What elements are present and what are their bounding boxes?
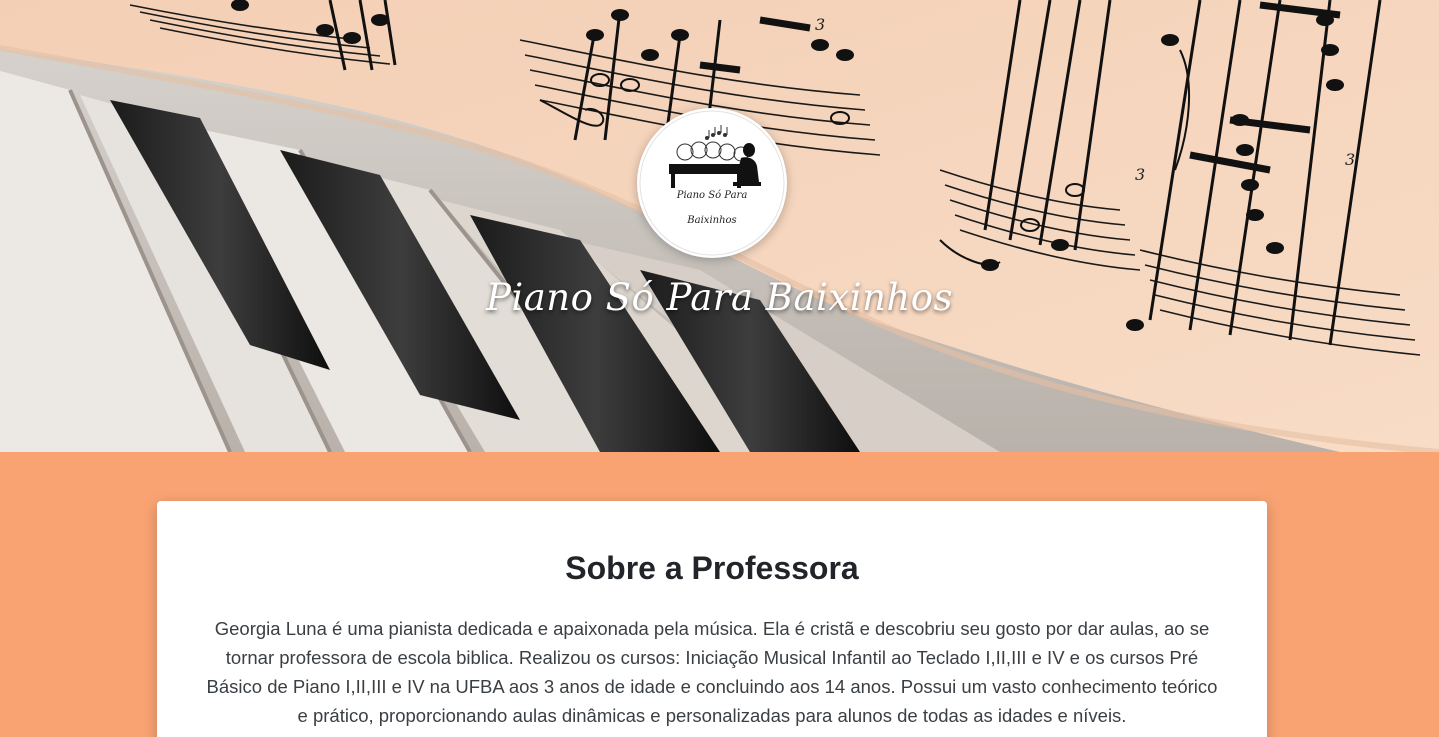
logo[interactable]: Piano Só Para Baixinhos [637,108,787,258]
about-heading: Sobre a Professora [565,550,859,586]
logo-text-line1: Piano Só Para [676,190,748,201]
about-text: Georgia Luna é uma pianista dedicada e a… [206,618,1218,726]
logo-text-line2: Baixinhos [687,215,737,226]
about-card: Sobre a Professora Georgia Luna é uma pi… [157,501,1267,737]
svg-text:3: 3 [1135,165,1145,184]
svg-text:3: 3 [815,15,825,34]
piano-children-logo-icon [639,110,785,256]
site-title: Piano Só Para Baixinhos [485,276,954,319]
hero-banner: 3 3 3 Piano Só Para Baixinhos Piano Só P… [0,0,1439,452]
svg-text:3: 3 [1345,150,1355,169]
